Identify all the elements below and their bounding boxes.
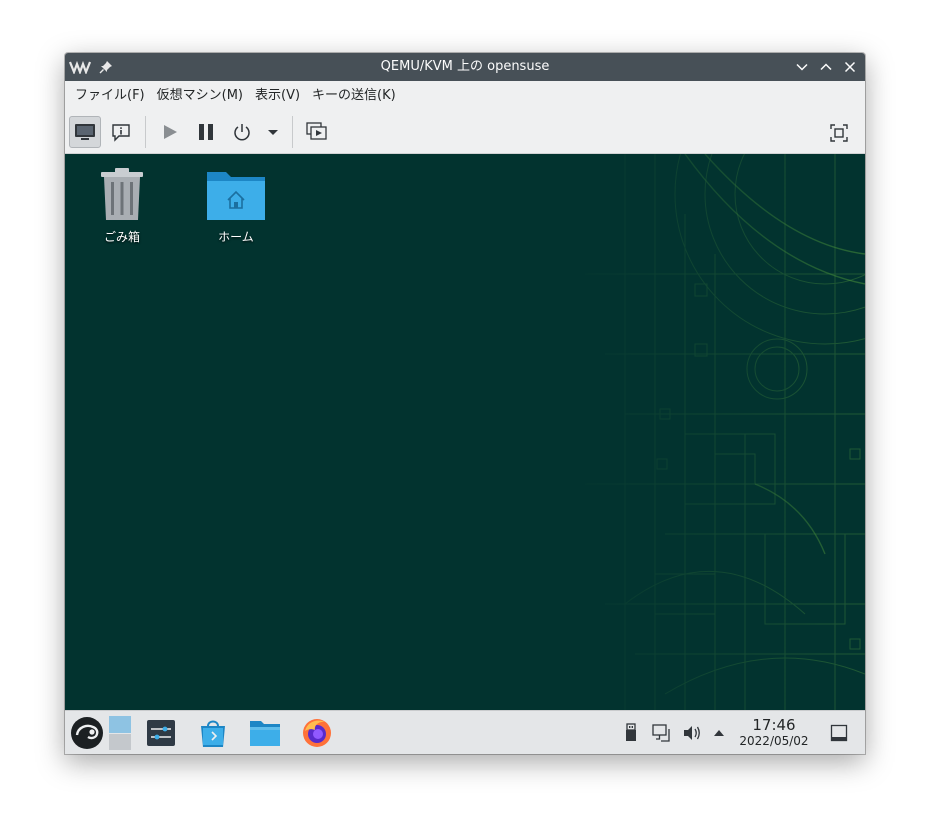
window-controls: [793, 58, 859, 76]
file-manager-icon[interactable]: [247, 711, 283, 754]
home-folder-icon: [207, 172, 265, 220]
clock-date: 2022/05/02: [739, 734, 809, 748]
toolbar-separator: [292, 116, 293, 148]
network-icon[interactable]: [650, 711, 674, 754]
console-icon[interactable]: [69, 116, 101, 148]
guest-taskbar: 17:46 2022/05/02: [65, 710, 865, 754]
menu-view[interactable]: 表示(V): [249, 81, 306, 111]
menu-file[interactable]: ファイル(F): [69, 81, 151, 111]
clock-time: 17:46: [752, 716, 796, 734]
opensuse-menu-icon[interactable]: [69, 711, 105, 754]
title-bar[interactable]: QEMU/KVM 上の opensuse: [65, 53, 865, 81]
menu-send-key[interactable]: キーの送信(K): [306, 81, 402, 111]
desktop-icon-label: ごみ箱: [103, 230, 140, 244]
firefox-icon[interactable]: [299, 711, 335, 754]
trash-icon: [101, 168, 143, 220]
vm-window: QEMU/KVM 上の opensuse ファイル(F) 仮想マシン(M) 表示…: [65, 53, 865, 754]
snapshots-icon[interactable]: [301, 116, 333, 148]
system-settings-icon[interactable]: [143, 711, 179, 754]
desktop-icon-trash[interactable]: ごみ箱: [77, 166, 167, 245]
digital-clock[interactable]: 17:46 2022/05/02: [733, 716, 815, 749]
pager-icon[interactable]: [107, 711, 133, 754]
fullscreen-icon[interactable]: [823, 117, 855, 149]
run-icon[interactable]: [154, 116, 186, 148]
dropdown-icon[interactable]: [262, 116, 284, 148]
window-title: QEMU/KVM 上の opensuse: [380, 59, 550, 74]
menu-bar: ファイル(F) 仮想マシン(M) 表示(V) キーの送信(K): [65, 81, 865, 111]
volume-icon[interactable]: [680, 711, 704, 754]
guest-desktop[interactable]: ごみ箱 ホーム: [65, 154, 865, 710]
pause-icon[interactable]: [190, 116, 222, 148]
details-icon[interactable]: [105, 116, 137, 148]
menu-virtual-machine[interactable]: 仮想マシン(M): [151, 81, 249, 111]
discover-store-icon[interactable]: [195, 711, 231, 754]
toolbar: [65, 111, 865, 154]
usb-device-icon[interactable]: [621, 711, 641, 754]
minimize-icon[interactable]: [793, 58, 811, 76]
maximize-icon[interactable]: [817, 58, 835, 76]
wallpaper-pattern: [65, 154, 865, 710]
desktop-icon-home[interactable]: ホーム: [191, 166, 281, 245]
close-icon[interactable]: [841, 58, 859, 76]
tray-expand-icon[interactable]: [709, 711, 729, 754]
show-desktop-icon[interactable]: [827, 711, 851, 754]
desktop-icon-label: ホーム: [218, 230, 254, 244]
toolbar-separator: [145, 116, 146, 148]
power-icon[interactable]: [226, 116, 258, 148]
